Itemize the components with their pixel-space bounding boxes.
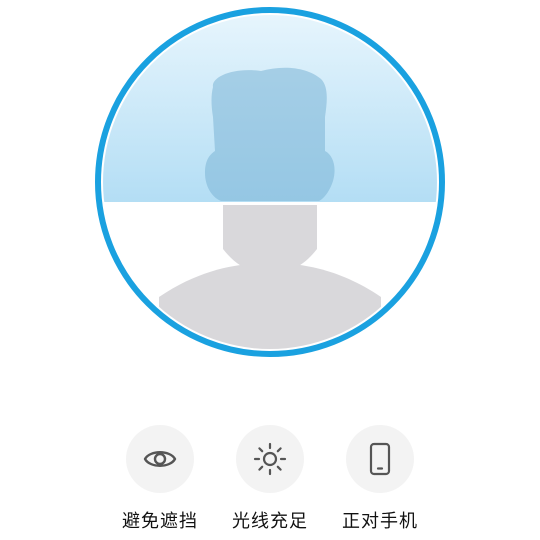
tip-label: 避免遮挡	[122, 511, 198, 532]
tip-icon-circle	[236, 425, 304, 493]
sun-icon	[253, 442, 287, 476]
tip-avoid-occlusion: 避免遮挡	[100, 425, 220, 533]
phone-icon	[369, 442, 391, 476]
tip-good-lighting: 光线充足	[210, 425, 330, 533]
capture-tips: 避免遮挡 光线充足 正对手机	[0, 425, 540, 535]
tip-label: 正对手机	[342, 511, 418, 532]
silhouette-in-band	[205, 67, 335, 201]
tip-face-phone: 正对手机	[320, 425, 440, 533]
face-scan-screen: 避免遮挡 光线充足 正对手机	[0, 0, 540, 540]
eye-icon	[143, 451, 177, 467]
face-capture-svg	[95, 7, 445, 357]
face-capture-frame	[93, 5, 447, 359]
tip-icon-circle	[126, 425, 194, 493]
tip-label: 光线充足	[232, 511, 308, 532]
tip-icon-circle	[346, 425, 414, 493]
